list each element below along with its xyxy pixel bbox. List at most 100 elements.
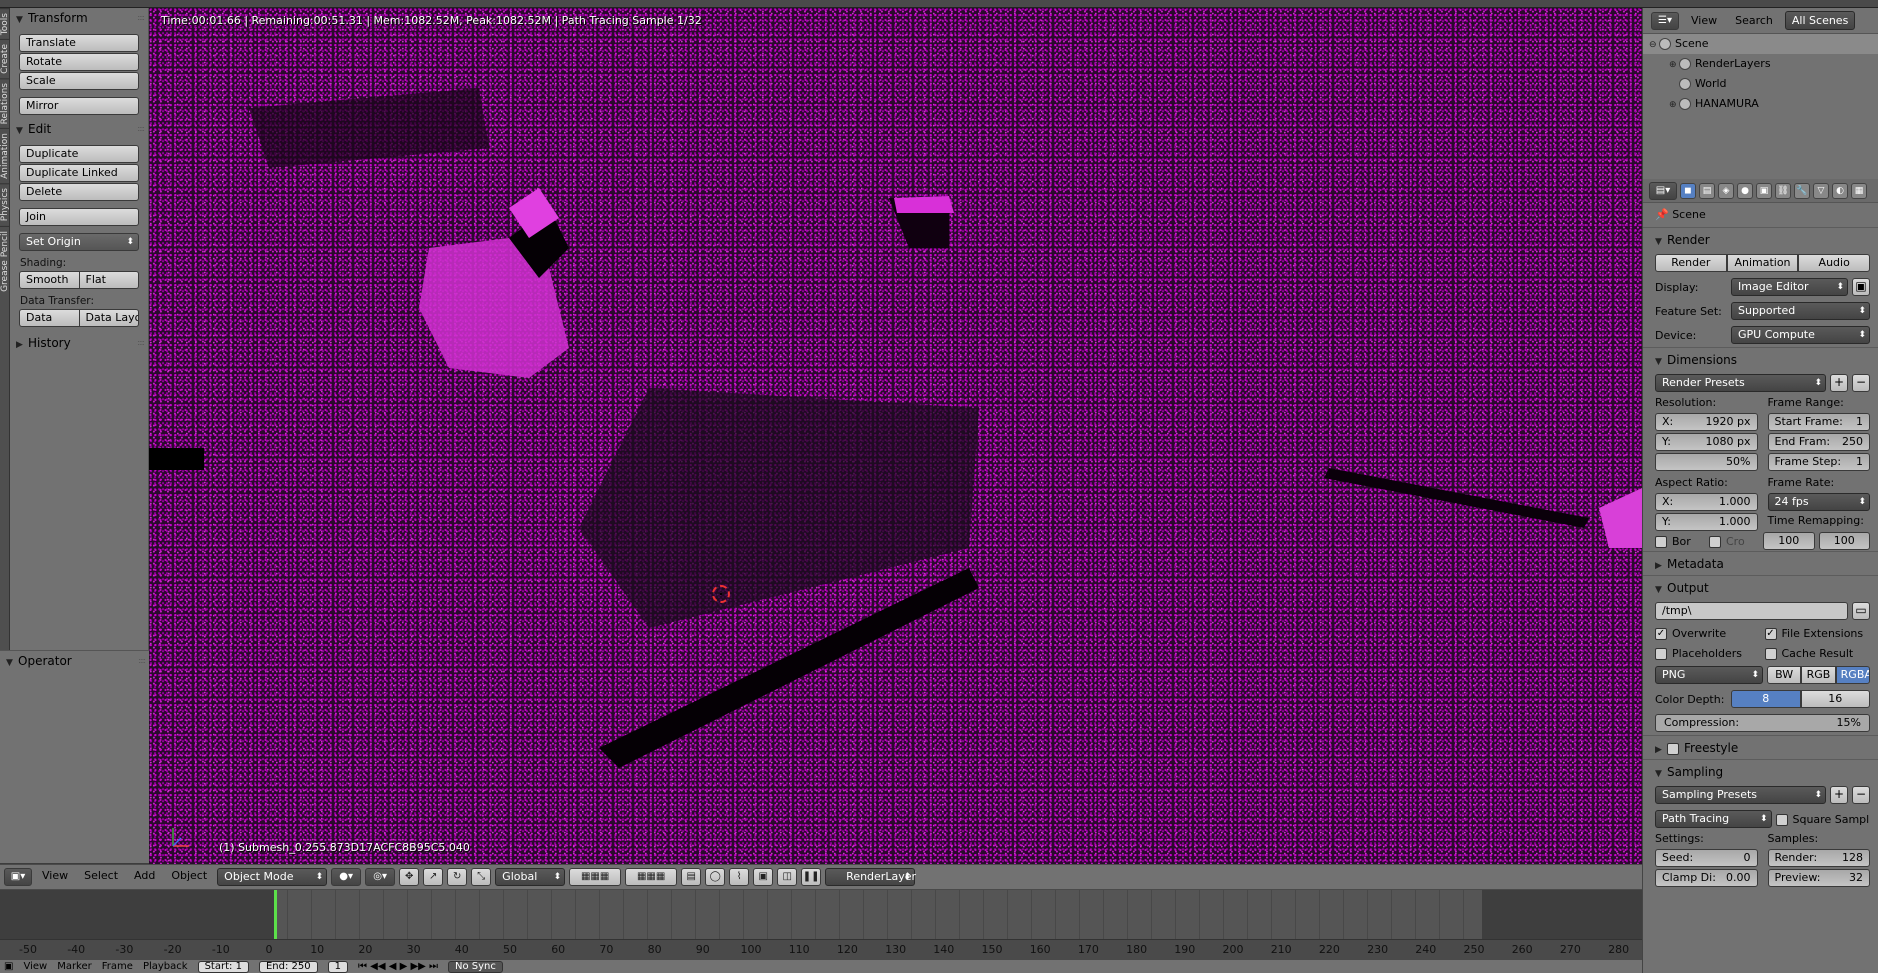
render-layers-tab-icon[interactable]: ▤	[1699, 182, 1715, 199]
tab-grease-pencil[interactable]: Grease Pencil	[0, 225, 10, 296]
render-presets-dropdown[interactable]: Render Presets	[1655, 374, 1826, 392]
timeline-ruler[interactable]: -50 -40 -30 -20 -10 0 10 20 30 40 50 60 70 80 90 100 110…	[0, 939, 1642, 959]
current-frame-indicator[interactable]	[274, 890, 277, 939]
delete-button[interactable]: Delete	[19, 183, 139, 201]
resolution-x-field[interactable]: X: 1920 px	[1655, 413, 1758, 431]
history-panel-header[interactable]: ▶ History::::	[10, 333, 148, 353]
properties-editor-type-icon[interactable]: ▤▾	[1649, 181, 1677, 200]
audio-button[interactable]: Audio	[1798, 254, 1871, 272]
outliner-display-mode-dropdown[interactable]: All Scenes	[1784, 11, 1856, 30]
file-extensions-checkbox[interactable]: ✓ File Extensions	[1764, 627, 1871, 640]
mirror-button[interactable]: Mirror	[19, 97, 139, 115]
add-menu[interactable]: Add	[128, 868, 161, 886]
timeline-playback-menu[interactable]: Playback	[143, 961, 188, 972]
folder-browse-icon[interactable]: ▭	[1852, 602, 1870, 620]
render-button[interactable]: Render	[1655, 254, 1727, 272]
bw-button[interactable]: BW	[1767, 666, 1802, 684]
texture-tab-icon[interactable]: ▦	[1851, 182, 1867, 199]
tab-physics[interactable]: Physics	[0, 183, 10, 226]
playback-controls-icon[interactable]: ⏮ ◀◀ ◀ ▶ ▶▶ ⏭	[358, 961, 438, 972]
outliner-item-world[interactable]: World	[1643, 74, 1878, 94]
integrator-dropdown[interactable]: Path Tracing	[1655, 810, 1772, 828]
resolution-percentage-field[interactable]: 50%	[1655, 453, 1758, 471]
timeline-view-menu[interactable]: View	[23, 961, 47, 972]
output-path-field[interactable]: /tmp\	[1655, 602, 1848, 620]
transform-orientation-dropdown[interactable]: Global	[495, 868, 566, 886]
aspect-y-field[interactable]: Y: 1.000	[1655, 513, 1758, 531]
tab-create[interactable]: Create	[0, 39, 10, 79]
layers-grid-icon[interactable]: ▦▦▦	[569, 868, 622, 886]
edit-panel-header[interactable]: ▼ Edit::::	[10, 119, 148, 139]
editor-type-button[interactable]: ▣▾	[4, 868, 32, 886]
world-tab-icon[interactable]: ●	[1737, 182, 1753, 199]
add-preset-icon[interactable]: +	[1830, 786, 1848, 804]
tab-relations[interactable]: Relations	[0, 78, 10, 129]
tab-tools[interactable]: Tools	[0, 8, 10, 40]
rotate-manipulator-icon[interactable]: ↻	[447, 868, 468, 886]
freestyle-checkbox[interactable]	[1667, 742, 1679, 755]
snap-icon[interactable]: ⌇	[729, 868, 750, 886]
translate-manipulator-icon[interactable]: ↗	[423, 868, 444, 886]
data-tab-icon[interactable]: ▽	[1813, 182, 1829, 199]
color-depth-8-button[interactable]: 8	[1731, 690, 1801, 708]
duplicate-linked-button[interactable]: Duplicate Linked	[19, 164, 139, 182]
animation-button[interactable]: Animation	[1726, 254, 1799, 272]
remove-preset-icon[interactable]: −	[1852, 374, 1870, 392]
object-tab-icon[interactable]: ▣	[1756, 182, 1772, 199]
compression-slider[interactable]: Compression: 15%	[1655, 714, 1870, 732]
3d-cursor-icon[interactable]	[712, 585, 730, 603]
manipulator-toggle-icon[interactable]: ✥	[399, 868, 420, 886]
expand-icon[interactable]: ⊕	[1669, 55, 1679, 75]
aspect-x-field[interactable]: X: 1.000	[1655, 493, 1758, 511]
outliner-item-scene[interactable]: ⊖ Scene	[1643, 34, 1878, 54]
render-preview-icon[interactable]: ▣	[753, 868, 774, 886]
current-frame-field[interactable]: 1	[327, 960, 348, 973]
scale-button[interactable]: Scale	[19, 72, 139, 90]
timeline-frame-menu[interactable]: Frame	[102, 961, 133, 972]
placeholders-checkbox[interactable]: Placeholders	[1655, 647, 1761, 660]
device-dropdown[interactable]: GPU Compute	[1731, 326, 1870, 344]
outliner-view-menu[interactable]: View	[1685, 12, 1723, 29]
outliner-item-hanamura[interactable]: ⊕ HANAMURA	[1643, 94, 1878, 114]
start-frame-field[interactable]: Start: 1	[197, 960, 249, 973]
metadata-section-header[interactable]: ▶ Metadata	[1643, 551, 1878, 575]
pin-icon[interactable]: 📌	[1655, 208, 1669, 221]
rotate-button[interactable]: Rotate	[19, 53, 139, 71]
pause-render-icon[interactable]: ❚❚	[801, 868, 822, 886]
smooth-button[interactable]: Smooth	[19, 271, 80, 289]
border-checkbox[interactable]: Bor	[1655, 535, 1705, 548]
render-samples-field[interactable]: Render: 128	[1767, 849, 1870, 867]
display-dropdown[interactable]: Image Editor	[1731, 278, 1848, 296]
constraints-tab-icon[interactable]: ⛓	[1775, 182, 1791, 199]
drag-grip-icon[interactable]: ::::	[138, 651, 146, 671]
material-tab-icon[interactable]: ◐	[1832, 182, 1848, 199]
drag-grip-icon[interactable]: ::::	[137, 333, 145, 353]
render-section-header[interactable]: ▼ Render	[1643, 227, 1878, 251]
outliner-search-menu[interactable]: Search	[1729, 12, 1779, 29]
render-layer-dropdown[interactable]: RenderLayer	[825, 868, 916, 886]
flat-button[interactable]: Flat	[79, 271, 139, 289]
operator-panel-header[interactable]: ▼ Operator::::	[0, 651, 149, 671]
duplicate-button[interactable]: Duplicate	[19, 145, 139, 163]
lock-interface-icon[interactable]: ▣	[1852, 278, 1870, 296]
dimensions-section-header[interactable]: ▼ Dimensions	[1643, 347, 1878, 371]
freestyle-section-header[interactable]: ▶ Freestyle	[1643, 735, 1878, 759]
layers-grid-2-icon[interactable]: ▦▦▦	[625, 868, 678, 886]
drag-grip-icon[interactable]: ::::	[137, 8, 145, 28]
data-button[interactable]: Data	[19, 309, 80, 327]
clamp-direct-field[interactable]: Clamp Di: 0.00	[1655, 869, 1758, 887]
end-frame-field[interactable]: End: 250	[258, 960, 318, 973]
select-menu[interactable]: Select	[78, 868, 124, 886]
render-tab-icon[interactable]: ◼	[1680, 182, 1696, 199]
outliner-editor-type-icon[interactable]: ☰▾	[1651, 11, 1679, 30]
join-button[interactable]: Join	[19, 208, 139, 226]
timeline-marker-menu[interactable]: Marker	[57, 961, 92, 972]
seed-field[interactable]: Seed: 0	[1655, 849, 1758, 867]
translate-button[interactable]: Translate	[19, 34, 139, 52]
transform-panel-header[interactable]: ▼ Transform::::	[10, 8, 148, 28]
proportional-edit-icon[interactable]: ◯	[705, 868, 726, 886]
data-layout-button[interactable]: Data Layo	[79, 309, 139, 327]
opengl-render-icon[interactable]: ◫	[777, 868, 798, 886]
output-section-header[interactable]: ▼ Output	[1643, 575, 1878, 599]
modifiers-tab-icon[interactable]: 🔧	[1794, 182, 1810, 199]
